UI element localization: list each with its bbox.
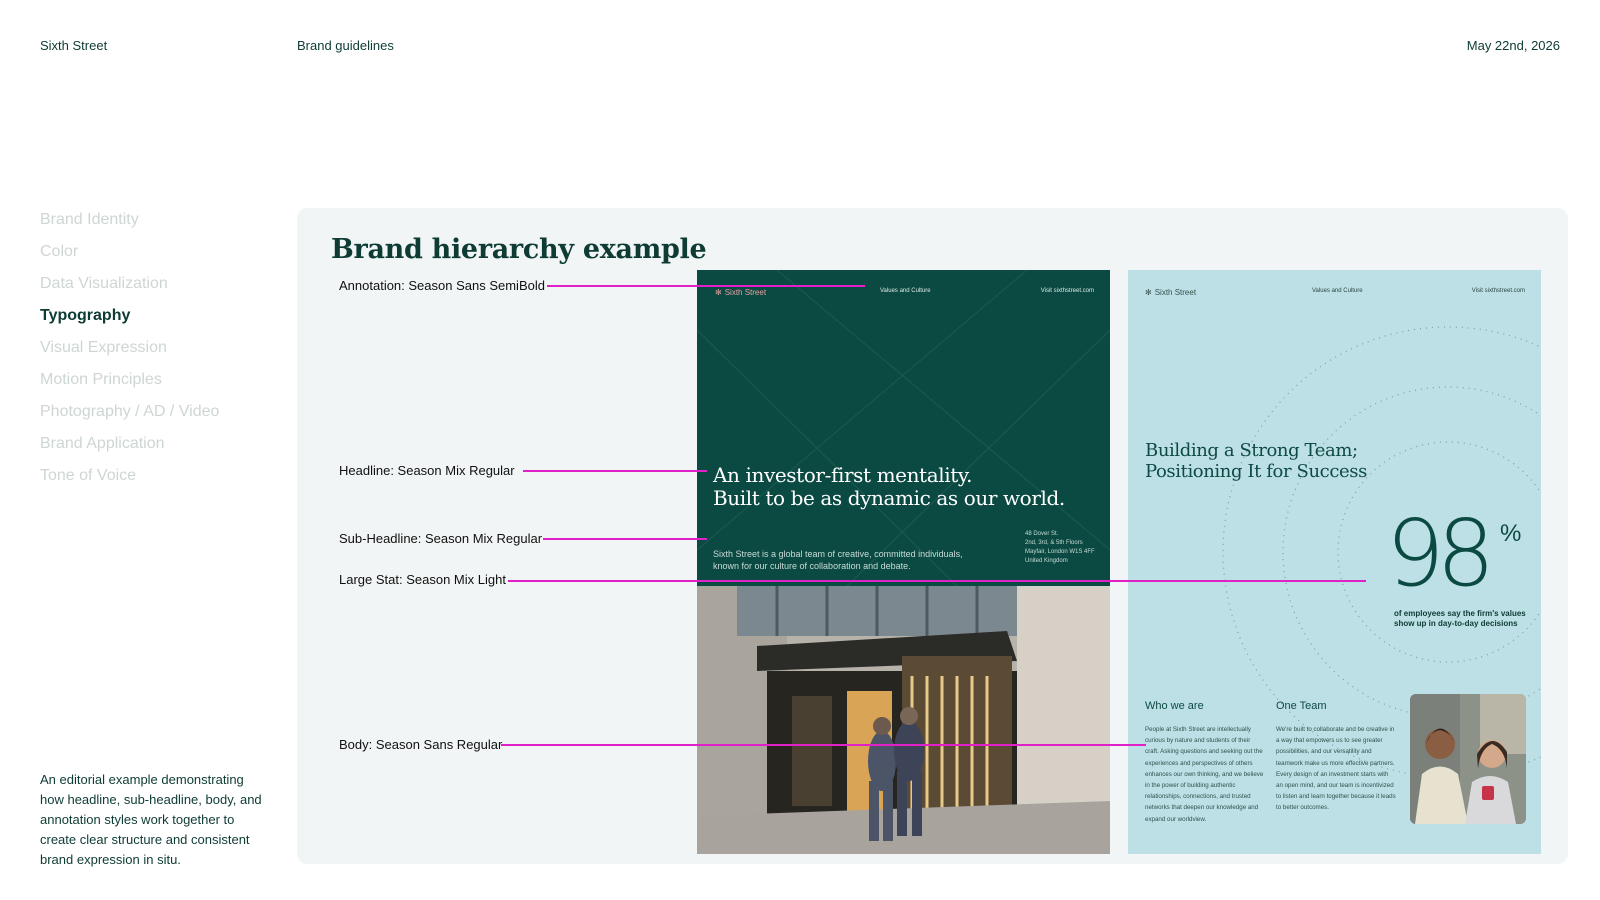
one-team-heading: One Team	[1276, 700, 1327, 712]
sidebar-item-tone-of-voice[interactable]: Tone of Voice	[40, 460, 219, 492]
green-poster-address: 48 Dover St. 2nd, 3rd, & 5th Floors Mayf…	[1025, 531, 1095, 564]
document-title: Brand guidelines	[297, 38, 394, 53]
annotation-line-annotation	[547, 285, 865, 287]
annotation-label-headline: Headline: Season Mix Regular	[339, 463, 515, 478]
blue-poster-logo-text: Sixth Street	[1154, 288, 1197, 297]
sidebar-nav: Brand Identity Color Data Visualization …	[40, 204, 219, 492]
hierarchy-example-panel: Brand hierarchy example ✻ Sixth Street V…	[297, 208, 1568, 864]
sidebar-item-photography[interactable]: Photography / AD / Video	[40, 396, 219, 428]
blue-poster: ✻ Sixth Street Values and Culture Visit …	[1128, 270, 1541, 854]
annotation-label-large-stat: Large Stat: Season Mix Light	[339, 572, 506, 587]
storefront-photo	[697, 586, 1110, 854]
sidebar-item-brand-identity[interactable]: Brand Identity	[40, 204, 219, 236]
annotation-line-large-stat	[508, 580, 1366, 582]
green-poster-nav: Values and Culture	[880, 288, 931, 294]
sidebar-item-data-visualization[interactable]: Data Visualization	[40, 268, 219, 300]
sixth-street-logo-icon: ✻	[715, 288, 722, 297]
green-poster-visit-link: Visit sixthstreet.com	[1040, 288, 1094, 294]
sixth-street-logo-icon: ✻	[1145, 288, 1152, 297]
who-we-are-heading: Who we are	[1145, 700, 1204, 712]
annotation-label-body: Body: Season Sans Regular	[339, 737, 503, 752]
who-we-are-body: People at Sixth Street are intellectuall…	[1145, 726, 1264, 823]
annotation-line-subheadline	[543, 538, 707, 540]
blue-poster-logo: ✻ Sixth Street	[1145, 288, 1196, 297]
blue-poster-nav: Values and Culture	[1312, 288, 1363, 294]
green-poster-headline: An investor-first mentality. Built to be…	[713, 463, 1065, 510]
sidebar-item-visual-expression[interactable]: Visual Expression	[40, 332, 219, 364]
sidebar-item-color[interactable]: Color	[40, 236, 219, 268]
brand-name: Sixth Street	[40, 38, 108, 53]
green-poster: ✻ Sixth Street Values and Culture Visit …	[697, 270, 1110, 586]
annotation-line-body	[501, 744, 1146, 746]
large-stat-unit: %	[1500, 520, 1522, 547]
green-poster-subheadline: Sixth Street is a global team of creativ…	[713, 549, 963, 571]
annotation-label-annotation: Annotation: Season Sans SemiBold	[339, 278, 545, 293]
section-description: An editorial example demonstrating how h…	[40, 772, 262, 867]
document-date: May 22nd, 2026	[1466, 38, 1560, 53]
large-stat-caption: of employees say the firm's values show …	[1394, 609, 1526, 628]
one-team-body: We're built to collaborate and be creati…	[1276, 726, 1396, 812]
team-photo	[1410, 694, 1526, 824]
blue-poster-visit-link: Visit sixthstreet.com	[1471, 288, 1525, 294]
blue-poster-headline: Building a Strong Team; Positioning It f…	[1145, 440, 1367, 482]
green-poster-logo-text: Sixth Street	[724, 288, 767, 297]
panel-title: Brand hierarchy example	[331, 234, 707, 265]
annotation-label-subheadline: Sub-Headline: Season Mix Regular	[339, 531, 543, 546]
green-poster-logo: ✻ Sixth Street	[715, 288, 766, 297]
sidebar-item-motion-principles[interactable]: Motion Principles	[40, 364, 219, 396]
sidebar-item-typography[interactable]: Typography	[40, 300, 219, 332]
large-stat-value: 98	[1386, 500, 1495, 607]
sidebar-item-brand-application[interactable]: Brand Application	[40, 428, 219, 460]
annotation-line-headline	[523, 470, 707, 472]
